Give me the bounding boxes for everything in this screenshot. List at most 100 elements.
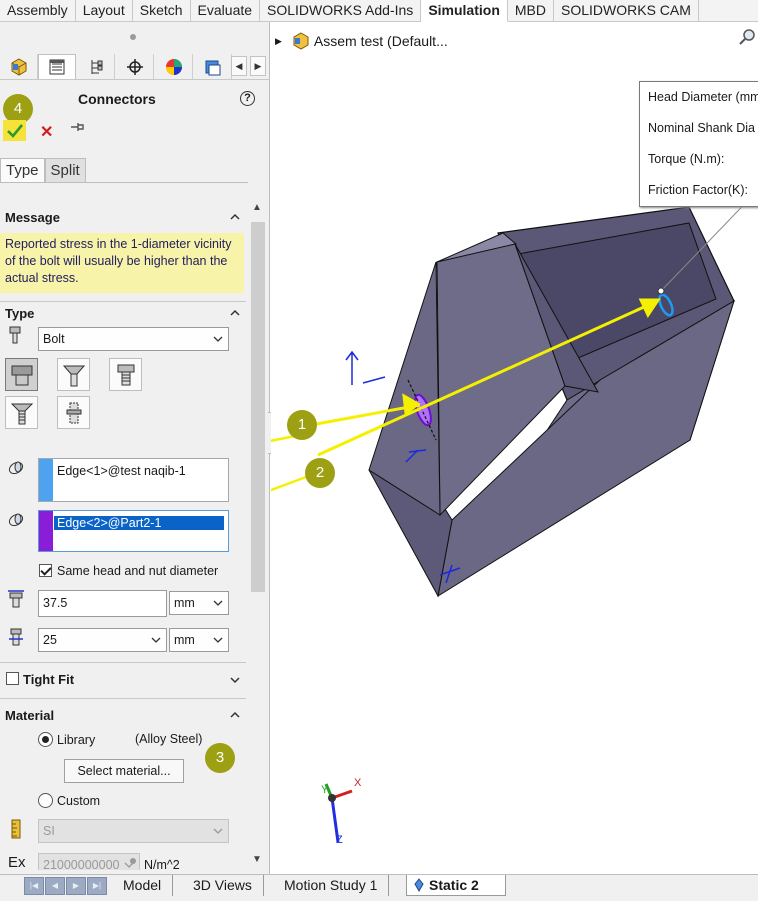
last-tab-button[interactable]: ▶| bbox=[87, 877, 107, 895]
tab-model[interactable]: Model bbox=[112, 875, 174, 896]
tab-sketch[interactable]: Sketch bbox=[133, 0, 191, 22]
foundation-bolt-button[interactable] bbox=[57, 396, 90, 429]
tab-property-manager[interactable] bbox=[38, 54, 76, 79]
chevron-up-icon[interactable] bbox=[230, 308, 240, 318]
ruler-icon bbox=[11, 819, 21, 839]
tabs-scroll-left-button[interactable]: ◀ bbox=[231, 56, 247, 76]
library-radio[interactable] bbox=[38, 732, 53, 747]
first-tab-button[interactable]: |◀ bbox=[24, 877, 44, 895]
nut-edge-selection-box[interactable]: Edge<2>@Part2-1 bbox=[38, 510, 229, 552]
tab-feature-manager[interactable] bbox=[0, 54, 38, 79]
custom-radio[interactable] bbox=[38, 793, 53, 808]
tab-3d-views[interactable]: 3D Views bbox=[182, 875, 264, 896]
panel-bottom-grip[interactable] bbox=[130, 858, 136, 864]
tab-simulation-manager[interactable] bbox=[194, 54, 232, 79]
feature-tree-icon bbox=[11, 57, 26, 76]
tab-evaluate[interactable]: Evaluate bbox=[191, 0, 261, 22]
subtab-divider bbox=[0, 182, 248, 183]
material-heading: Material bbox=[5, 708, 55, 723]
shank-unit-dropdown[interactable]: mm bbox=[169, 628, 229, 652]
countersink-screw-button[interactable] bbox=[5, 396, 38, 429]
tab-solidworks-add-ins[interactable]: SOLIDWORKS Add-Ins bbox=[260, 0, 422, 22]
elastic-modulus-input: 21000000000 bbox=[38, 853, 140, 870]
type-heading: Type bbox=[5, 306, 35, 321]
tab-mbd[interactable]: MBD bbox=[508, 0, 554, 22]
tab-static-2[interactable]: Static 2 bbox=[406, 875, 506, 896]
ok-button[interactable] bbox=[3, 120, 26, 141]
standard-counterbore-nut-button[interactable] bbox=[5, 358, 38, 391]
bolt-type-icon bbox=[9, 326, 21, 344]
property-scrollbar[interactable]: ▲ ▼ bbox=[248, 198, 268, 870]
annotation-badge-2: 2 bbox=[305, 458, 335, 488]
chevron-down-icon bbox=[213, 336, 223, 342]
annotation-badge-1: 1 bbox=[287, 410, 317, 440]
same-diameter-checkbox[interactable] bbox=[39, 564, 52, 577]
edge1-item[interactable]: Edge<1>@test naqib-1 bbox=[57, 464, 186, 478]
pin-button[interactable] bbox=[70, 121, 86, 136]
shank-diameter-combobox[interactable]: 25 bbox=[38, 628, 167, 652]
subtab-type[interactable]: Type bbox=[0, 158, 45, 183]
help-icon[interactable]: ? bbox=[240, 91, 255, 106]
annotation-badge-3: 3 bbox=[205, 743, 235, 773]
head-edge-selection-box[interactable]: Edge<1>@test naqib-1 bbox=[38, 458, 229, 502]
section-divider bbox=[0, 301, 246, 302]
study-icon bbox=[414, 878, 424, 892]
countersink-nut-button[interactable] bbox=[57, 358, 90, 391]
callout-friction-factor: Friction Factor(K): bbox=[648, 183, 749, 197]
edge2-item[interactable]: Edge<2>@Part2-1 bbox=[54, 516, 224, 530]
connector-type-value: Bolt bbox=[43, 332, 65, 346]
unit-system-value: SI bbox=[43, 824, 55, 838]
library-label: Library bbox=[57, 733, 96, 747]
chevron-down-icon[interactable] bbox=[230, 675, 240, 685]
tab-display-manager[interactable] bbox=[155, 54, 193, 79]
tab-dimxpert-manager[interactable] bbox=[116, 54, 154, 79]
subtab-split[interactable]: Split bbox=[44, 158, 86, 183]
triad-y-label: Y bbox=[321, 784, 329, 796]
scrollbar-thumb[interactable] bbox=[251, 222, 265, 592]
unit-system-dropdown: SI bbox=[38, 819, 229, 843]
connectors-property-manager: ◀ ▶ 4 Connectors ? ✕ Type Split Message … bbox=[0, 22, 270, 874]
chevron-down-icon bbox=[213, 637, 223, 643]
chevron-down-icon bbox=[213, 828, 223, 834]
graphics-area[interactable]: ▶ Assem test (Default... 1 2 X Y Z Head … bbox=[271, 22, 758, 874]
message-heading: Message bbox=[5, 210, 60, 225]
cancel-button[interactable]: ✕ bbox=[40, 122, 53, 142]
simulation-study-icon bbox=[205, 60, 220, 75]
custom-label: Custom bbox=[57, 794, 101, 808]
command-manager-tabs: Assembly Layout Sketch Evaluate SOLIDWOR… bbox=[0, 0, 758, 22]
shank-diameter-icon bbox=[9, 628, 23, 646]
tab-configuration-manager[interactable] bbox=[77, 54, 115, 79]
edge-selection-icon bbox=[8, 513, 24, 527]
tab-motion-study-1[interactable]: Motion Study 1 bbox=[273, 875, 390, 896]
connector-type-dropdown[interactable]: Bolt bbox=[38, 327, 229, 351]
callout-anchor bbox=[657, 287, 665, 295]
counterbore-screw-button[interactable] bbox=[109, 358, 142, 391]
chevron-up-icon[interactable] bbox=[230, 710, 240, 720]
chevron-down-icon bbox=[151, 637, 161, 643]
tab-assembly[interactable]: Assembly bbox=[0, 0, 76, 22]
elastic-modulus-label: Ex bbox=[8, 854, 26, 870]
manager-tabs: ◀ ▶ bbox=[0, 52, 270, 80]
tab-static-2-label: Static 2 bbox=[429, 877, 479, 893]
tab-solidworks-cam[interactable]: SOLIDWORKS CAM bbox=[554, 0, 699, 22]
close-icon: ✕ bbox=[40, 124, 54, 141]
screw-icon bbox=[117, 364, 134, 385]
tab-layout[interactable]: Layout bbox=[76, 0, 133, 22]
tab-simulation[interactable]: Simulation bbox=[421, 0, 508, 22]
next-tab-button[interactable]: ▶ bbox=[66, 877, 86, 895]
triad-x-label: X bbox=[354, 777, 362, 789]
bottom-study-tabs: |◀ ◀ ▶ ▶| Model 3D Views Motion Study 1 … bbox=[0, 874, 758, 901]
tight-fit-checkbox[interactable] bbox=[6, 672, 19, 685]
triad-z-label: Z bbox=[336, 834, 343, 846]
prev-tab-button[interactable]: ◀ bbox=[45, 877, 65, 895]
edge1-color-swatch bbox=[39, 459, 53, 501]
head-diameter-input[interactable]: 37.5 bbox=[38, 590, 167, 617]
select-material-button[interactable]: Select material... bbox=[64, 759, 184, 783]
chevron-up-icon[interactable] bbox=[230, 212, 240, 222]
scroll-up-arrow[interactable]: ▲ bbox=[252, 202, 262, 213]
tabs-scroll-right-button[interactable]: ▶ bbox=[250, 56, 266, 76]
head-unit-dropdown[interactable]: mm bbox=[169, 591, 229, 615]
panel-grip[interactable] bbox=[130, 34, 136, 40]
scroll-down-arrow[interactable]: ▼ bbox=[252, 854, 262, 865]
callout-shank-diameter: Nominal Shank Dia bbox=[648, 121, 755, 135]
